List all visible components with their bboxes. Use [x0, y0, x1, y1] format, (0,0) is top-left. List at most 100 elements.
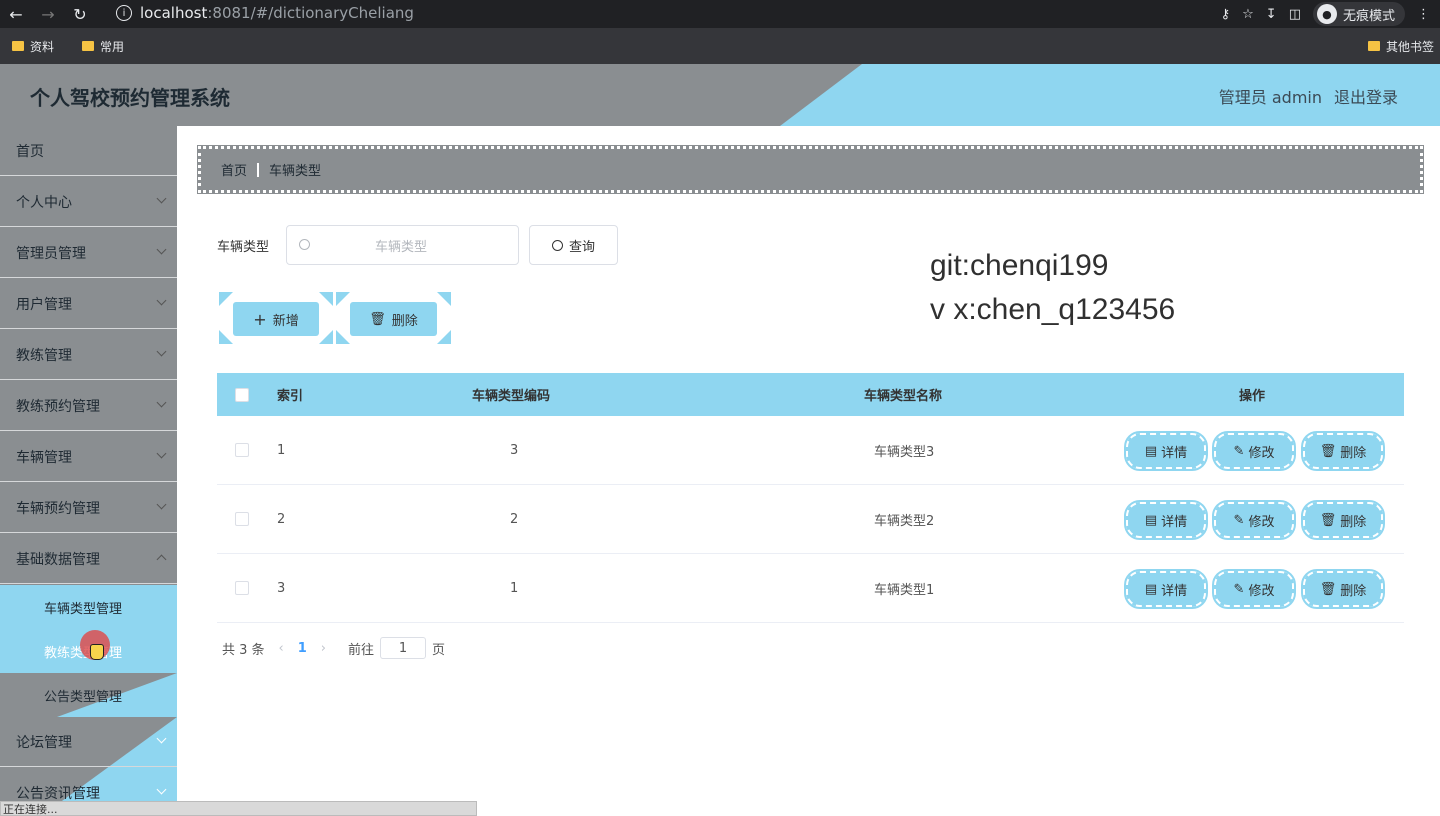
cell-index: 3 [277, 580, 286, 596]
sidebar-item-label: 用户管理 [16, 296, 72, 313]
sidebar-subitem-notice-types[interactable]: 公告类型管理 [0, 673, 177, 717]
sidebar-item-label: 教练预约管理 [16, 398, 100, 415]
search-icon [551, 239, 563, 251]
row-checkbox[interactable] [235, 512, 249, 526]
detail-label: 详情 [1161, 445, 1188, 461]
incognito-label: 无痕模式 [1342, 8, 1395, 24]
bookmark-folder[interactable]: 资料 [12, 38, 54, 55]
chevron-down-icon [156, 397, 167, 408]
search-input[interactable]: 车辆类型 [286, 225, 519, 265]
sidebar-item-profile[interactable]: 个人中心 [0, 177, 177, 227]
data-table: 索引 车辆类型编码 车辆类型名称 操作 1 3 车辆类型3 ▤ 详情 ✎ 修改 🗑 删… [217, 373, 1404, 623]
table-row: 2 2 车辆类型2 ▤ 详情 ✎ 修改 🗑 删除 [217, 485, 1404, 554]
total-count: 共 3 条 [222, 642, 265, 658]
pencil-icon: ✎ [1233, 512, 1245, 528]
prev-page-icon[interactable]: ‹ [279, 641, 284, 656]
decor-corner [437, 292, 451, 306]
browser-status-bar: 正在连接... [0, 801, 477, 816]
key-icon[interactable]: ⚷ [1221, 7, 1231, 22]
app-header: 个人驾校预约管理系统 管理员 admin 退出登录 [0, 64, 1440, 126]
current-user: 管理员 admin [1218, 88, 1322, 107]
detail-button[interactable]: ▤ 详情 [1124, 431, 1208, 471]
site-info-icon[interactable]: i [116, 5, 132, 21]
row-checkbox[interactable] [235, 443, 249, 457]
browser-toolbar: ← → ↻ i localhost:8081/#/dictionaryCheli… [0, 0, 1440, 28]
sidebar-item-base-data[interactable]: 基础数据管理 [0, 534, 177, 584]
select-all-checkbox[interactable] [235, 373, 249, 416]
edit-label: 修改 [1248, 514, 1275, 530]
watermark-text: git:chenqi199 v x:chen_q123456 [930, 244, 1175, 332]
forward-icon[interactable]: → [32, 0, 64, 28]
logout-link[interactable]: 退出登录 [1334, 84, 1398, 108]
delete-label: 删除 [1340, 514, 1367, 530]
edit-button[interactable]: ✎ 修改 [1212, 500, 1296, 540]
edit-button[interactable]: ✎ 修改 [1212, 431, 1296, 471]
delete-button[interactable]: 🗑 删除 [1301, 569, 1385, 609]
detail-label: 详情 [1161, 514, 1188, 530]
query-button[interactable]: 查询 [529, 225, 618, 265]
sidebar-item-vehicles[interactable]: 车辆管理 [0, 432, 177, 482]
other-bookmarks-label: 其他书签 [1385, 39, 1434, 54]
sidebar-subitem-label: 车辆类型管理 [44, 601, 123, 617]
breadcrumb-current: 车辆类型 [269, 164, 322, 179]
bookmark-label: 资料 [30, 39, 55, 54]
delete-button[interactable]: 🗑 删除 [1301, 500, 1385, 540]
download-icon[interactable]: ↧ [1266, 7, 1277, 22]
query-button-label: 查询 [568, 239, 595, 255]
folder-icon [1367, 41, 1380, 51]
star-icon[interactable]: ☆ [1242, 7, 1254, 22]
incognito-badge[interactable]: ● 无痕模式 [1312, 2, 1405, 26]
cell-index: 1 [277, 442, 286, 458]
folder-icon [82, 41, 95, 51]
sidebar-item-vehicle-booking[interactable]: 车辆预约管理 [0, 483, 177, 533]
page-jump-input[interactable]: 1 [380, 637, 427, 659]
checkbox[interactable] [235, 387, 249, 402]
watermark-line: v x:chen_q123456 [930, 293, 1176, 326]
delete-button-label: 删除 [391, 313, 418, 329]
sidebar-item-label: 论坛管理 [16, 734, 72, 751]
chevron-down-icon [156, 448, 167, 459]
chevron-down-icon [156, 784, 167, 795]
detail-button[interactable]: ▤ 详情 [1124, 500, 1208, 540]
sidebar-item-forum[interactable]: 论坛管理 [0, 717, 177, 767]
sidebar-item-admins[interactable]: 管理员管理 [0, 228, 177, 278]
sidebar-item-users[interactable]: 用户管理 [0, 279, 177, 329]
sidebar-item-coaches[interactable]: 教练管理 [0, 330, 177, 380]
sidepanel-icon[interactable]: ◫ [1289, 7, 1301, 22]
page-number[interactable]: 1 [298, 641, 307, 656]
document-icon: ▤ [1144, 512, 1158, 528]
breadcrumb: 首页 车辆类型 [197, 145, 1424, 194]
bookmarks-bar: 资料 常用 其他书签 [0, 28, 1440, 64]
hand-cursor-icon [90, 644, 104, 660]
pagination: 共 3 条 ‹ 1 › 前往 1 页 [222, 637, 445, 659]
trash-icon: 🗑 [1319, 581, 1337, 597]
sidebar-item-label: 公告资讯管理 [16, 786, 100, 802]
sidebar-item-label: 基础数据管理 [16, 551, 100, 568]
bookmark-label: 常用 [100, 39, 125, 54]
row-checkbox[interactable] [235, 581, 249, 595]
breadcrumb-home[interactable]: 首页 [221, 160, 247, 179]
address-bar[interactable]: i localhost:8081/#/dictionaryCheliang [104, 0, 1238, 26]
edit-button[interactable]: ✎ 修改 [1212, 569, 1296, 609]
column-header-actions: 操作 [1239, 389, 1266, 404]
back-icon[interactable]: ← [0, 0, 32, 28]
menu-icon[interactable]: ⋮ [1417, 7, 1430, 22]
sidebar-item-home[interactable]: 首页 [0, 126, 177, 176]
batch-delete-button[interactable]: 🗑 删除 [350, 302, 437, 336]
next-page-icon[interactable]: › [321, 641, 326, 656]
add-button[interactable]: + 新增 [233, 302, 319, 336]
sidebar-subitem-vehicle-types[interactable]: 车辆类型管理 [0, 585, 177, 629]
reload-icon[interactable]: ↻ [64, 0, 96, 28]
detail-button[interactable]: ▤ 详情 [1124, 569, 1208, 609]
sidebar-item-coach-booking[interactable]: 教练预约管理 [0, 381, 177, 431]
url-host: localhost [140, 4, 208, 22]
other-bookmarks[interactable]: 其他书签 [1367, 28, 1434, 64]
trash-icon: 🗑 [1319, 443, 1337, 459]
edit-label: 修改 [1248, 445, 1275, 461]
delete-button[interactable]: 🗑 删除 [1301, 431, 1385, 471]
column-header-code: 车辆类型编码 [472, 389, 551, 404]
trash-icon: 🗑 [369, 311, 386, 327]
bookmark-folder[interactable]: 常用 [82, 38, 124, 55]
watermark-line: git:chenqi199 [930, 249, 1109, 282]
add-button-label: 新增 [272, 313, 299, 329]
